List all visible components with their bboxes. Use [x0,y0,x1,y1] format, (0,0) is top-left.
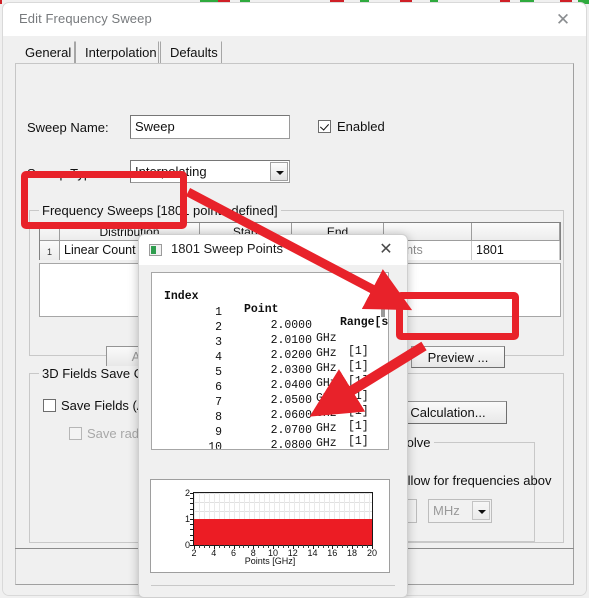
table-row-number: 1 [40,241,60,260]
highlight-frequency-sweep-row [21,171,187,229]
points-list-scrollbar[interactable] [381,279,385,317]
list-item[interactable]: 3 2.0200 GHz [1] [152,323,388,388]
enabled-checkbox[interactable] [318,120,331,133]
list-item[interactable]: 7 2.0600 GHz [1] [152,383,388,448]
list-item[interactable]: 4 2.0300 GHz [1] [152,338,388,403]
sweep-preview-chart: 2 1 0 2 4 6 8 10 12 14 16 18 20 Points [… [150,479,390,573]
frequency-unit-select[interactable]: MHz [428,499,492,523]
list-item[interactable]: 6 2.0500 GHz [1] [152,368,388,433]
list-item[interactable]: 1 2.0000 GHz [1] [152,293,388,358]
allow-frequencies-above-label: Allow for frequencies abov [399,473,552,488]
list-item[interactable]: 5 2.0400 GHz [1] [152,353,388,418]
title-bar: Edit Frequency Sweep ✕ [3,3,586,36]
list-item[interactable]: 2 2.0100 GHz [1] [152,308,388,373]
chart-series-fill [194,519,372,545]
table-header-count [472,223,560,241]
save-fields-label: Save Fields (A [61,398,146,413]
sweep-points-list[interactable]: Index Point Range[s] 1 2.0000 GHz [1] 2 … [151,272,389,450]
sweep-points-title: 1801 Sweep Points [171,241,284,256]
chart-x-axis-label: Points [GHz] [244,556,296,566]
points-list-header: Index Point Range[s] [152,277,388,329]
chevron-down-icon[interactable] [270,162,288,181]
tab-defaults[interactable]: Defaults [160,41,222,64]
dialog-separator [151,585,395,586]
chevron-down-icon[interactable] [472,501,490,520]
tab-general[interactable]: General [15,41,75,64]
list-item[interactable]: 10 2.0900 GHz [1] [152,428,388,449]
save-radiated-checkbox [69,427,82,440]
table-cell-count[interactable]: 1801 [472,241,560,260]
frequency-unit-value: MHz [433,503,460,518]
window-icon [149,244,162,256]
point-index: 10 [208,441,222,450]
close-icon[interactable]: ✕ [373,239,399,261]
sweep-points-title-bar: 1801 Sweep Points ✕ [139,235,407,265]
sweep-points-body: Index Point Range[s] 1 2.0000 GHz [1] 2 … [139,265,407,597]
fields-save-options-caption: 3D Fields Save Op [39,366,155,381]
preview-button[interactable]: Preview ... [411,346,505,368]
highlight-preview-button [396,292,519,340]
chart-plot-area: 2 1 0 2 4 6 8 10 12 14 16 18 20 [185,488,377,558]
close-icon[interactable]: ✕ [548,9,578,31]
list-item[interactable]: 9 2.0800 GHz [1] [152,413,388,449]
list-item[interactable]: 8 2.0700 GHz [1] [152,398,388,449]
page-title: Edit Frequency Sweep [19,11,152,26]
enabled-label: Enabled [337,119,385,134]
sweep-name-label: Sweep Name: [27,120,109,135]
tab-interpolation[interactable]: Interpolation [75,41,159,64]
save-radiated-label: Save radi [87,426,142,441]
sweep-points-dialog: 1801 Sweep Points ✕ Index Point Range[s]… [138,234,408,598]
save-fields-checkbox[interactable] [43,399,56,412]
sweep-name-input[interactable]: Sweep [130,115,290,139]
